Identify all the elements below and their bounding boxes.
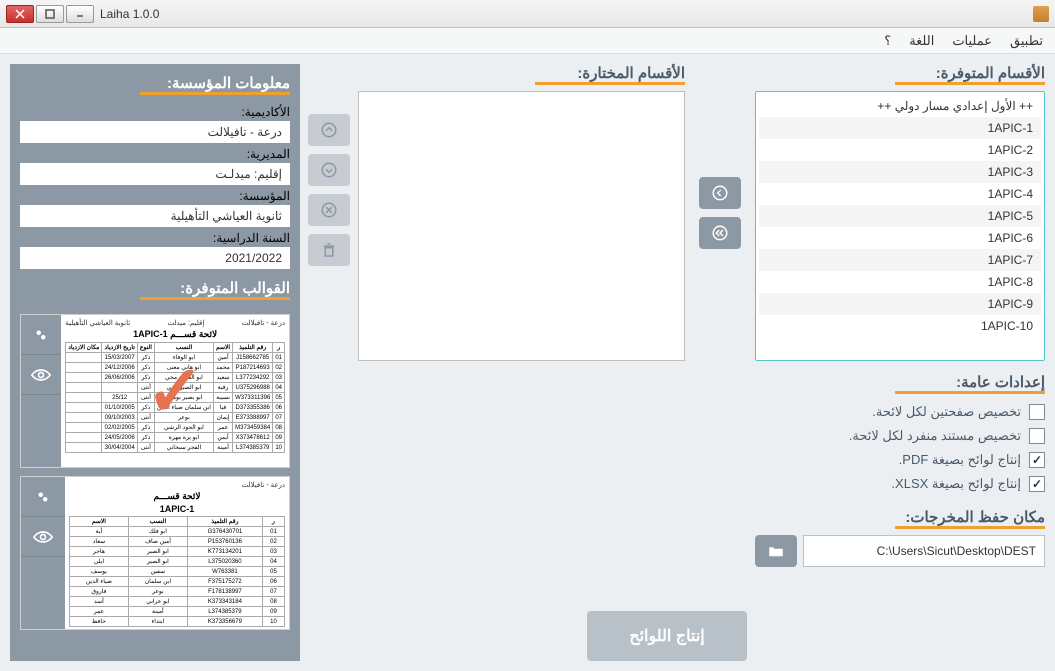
menu-help[interactable]: ؟: [884, 33, 891, 49]
year-value: 2021/2022: [20, 247, 290, 269]
window-title: Laiha 1.0.0: [100, 7, 159, 21]
list-item[interactable]: 1APIC-9: [759, 293, 1041, 315]
list-item[interactable]: 1APIC-10: [759, 315, 1041, 337]
template-preview-button[interactable]: [21, 517, 65, 557]
menubar: تطبيق عمليات اللغة ؟: [0, 28, 1055, 54]
maximize-button[interactable]: [36, 5, 64, 23]
list-item[interactable]: 1APIC-5: [759, 205, 1041, 227]
selected-sections-title: الأقسام المختارة:: [358, 64, 685, 85]
template-settings-button[interactable]: [21, 315, 61, 355]
checkbox[interactable]: [1029, 428, 1045, 444]
template-preview-button[interactable]: [21, 355, 61, 395]
list-item[interactable]: 1APIC-8: [759, 271, 1041, 293]
transfer-buttons: [693, 64, 747, 361]
output-path-title: مكان حفظ المخرجات:: [755, 508, 1045, 529]
selected-list[interactable]: [358, 91, 685, 361]
general-settings-title: إعدادات عامة:: [755, 373, 1045, 394]
directorate-value: إقليم: ميدلـت: [20, 163, 290, 185]
close-button[interactable]: [6, 5, 34, 23]
minimize-button[interactable]: [66, 5, 94, 23]
output-path-input[interactable]: [803, 535, 1045, 567]
institution-info-title: معلومات المؤسسة:: [20, 74, 290, 95]
menu-ops[interactable]: عمليات: [952, 33, 992, 49]
available-sections-title: الأقسام المتوفرة:: [755, 64, 1045, 85]
academy-label: الأكاديمية:: [20, 105, 290, 119]
template-card-2[interactable]: درعة - تافيلالت لائحة قســـم 1APIC-1 ررق…: [20, 476, 290, 630]
selected-check-icon: ✓: [146, 350, 205, 432]
templates-title: القوالب المتوفرة:: [20, 279, 290, 300]
menu-app[interactable]: تطبيق: [1010, 33, 1043, 49]
school-label: المؤسسة:: [20, 189, 290, 203]
list-item[interactable]: 1APIC-2: [759, 139, 1041, 161]
year-label: السنة الدراسية:: [20, 231, 290, 245]
add-one-button[interactable]: [699, 177, 741, 209]
option-separate-doc[interactable]: تخصيص مستند منفرد لكل لائحة.: [755, 424, 1045, 448]
available-list[interactable]: ++ الأول إعدادي مسار دولي ++ 1APIC-1 1AP…: [755, 91, 1045, 361]
directorate-label: المديرية:: [20, 147, 290, 161]
checkbox[interactable]: [1029, 476, 1045, 492]
template-card-1[interactable]: درعة - تافيلالتإقليم: ميدلتثانوية العياش…: [20, 314, 290, 468]
academy-value: درعة - تافيلالت: [20, 121, 290, 143]
list-item[interactable]: ++ الأول إعدادي مسار دولي ++: [759, 95, 1041, 117]
menu-lang[interactable]: اللغة: [909, 33, 934, 49]
option-pdf[interactable]: إنتاج لوائح بصيغة PDF.: [755, 448, 1045, 472]
list-item[interactable]: 1APIC-3: [759, 161, 1041, 183]
option-xlsx[interactable]: إنتاج لوائح بصيغة XLSX.: [755, 472, 1045, 496]
list-item[interactable]: 1APIC-6: [759, 227, 1041, 249]
checkbox[interactable]: [1029, 404, 1045, 420]
checkbox[interactable]: [1029, 452, 1045, 468]
app-icon: [1033, 6, 1049, 22]
template-settings-button[interactable]: [21, 477, 65, 517]
list-item[interactable]: 1APIC-7: [759, 249, 1041, 271]
titlebar: Laiha 1.0.0: [0, 0, 1055, 28]
remove-one-button[interactable]: [308, 194, 350, 226]
clear-all-button[interactable]: [308, 234, 350, 266]
template-preview-table: ررقم التلميذالنسبالاسم 01G376430701ابو ف…: [69, 516, 285, 627]
list-item[interactable]: 1APIC-1: [759, 117, 1041, 139]
browse-button[interactable]: [755, 535, 797, 567]
option-two-pages[interactable]: تخصيص صفحتين لكل لائحة.: [755, 400, 1045, 424]
move-up-button[interactable]: [308, 114, 350, 146]
move-down-button[interactable]: [308, 154, 350, 186]
add-all-button[interactable]: [699, 217, 741, 249]
generate-button[interactable]: إنتاج اللوائح: [587, 611, 747, 661]
school-value: ثانوية العياشي التأهيلية: [20, 205, 290, 227]
list-item[interactable]: 1APIC-4: [759, 183, 1041, 205]
